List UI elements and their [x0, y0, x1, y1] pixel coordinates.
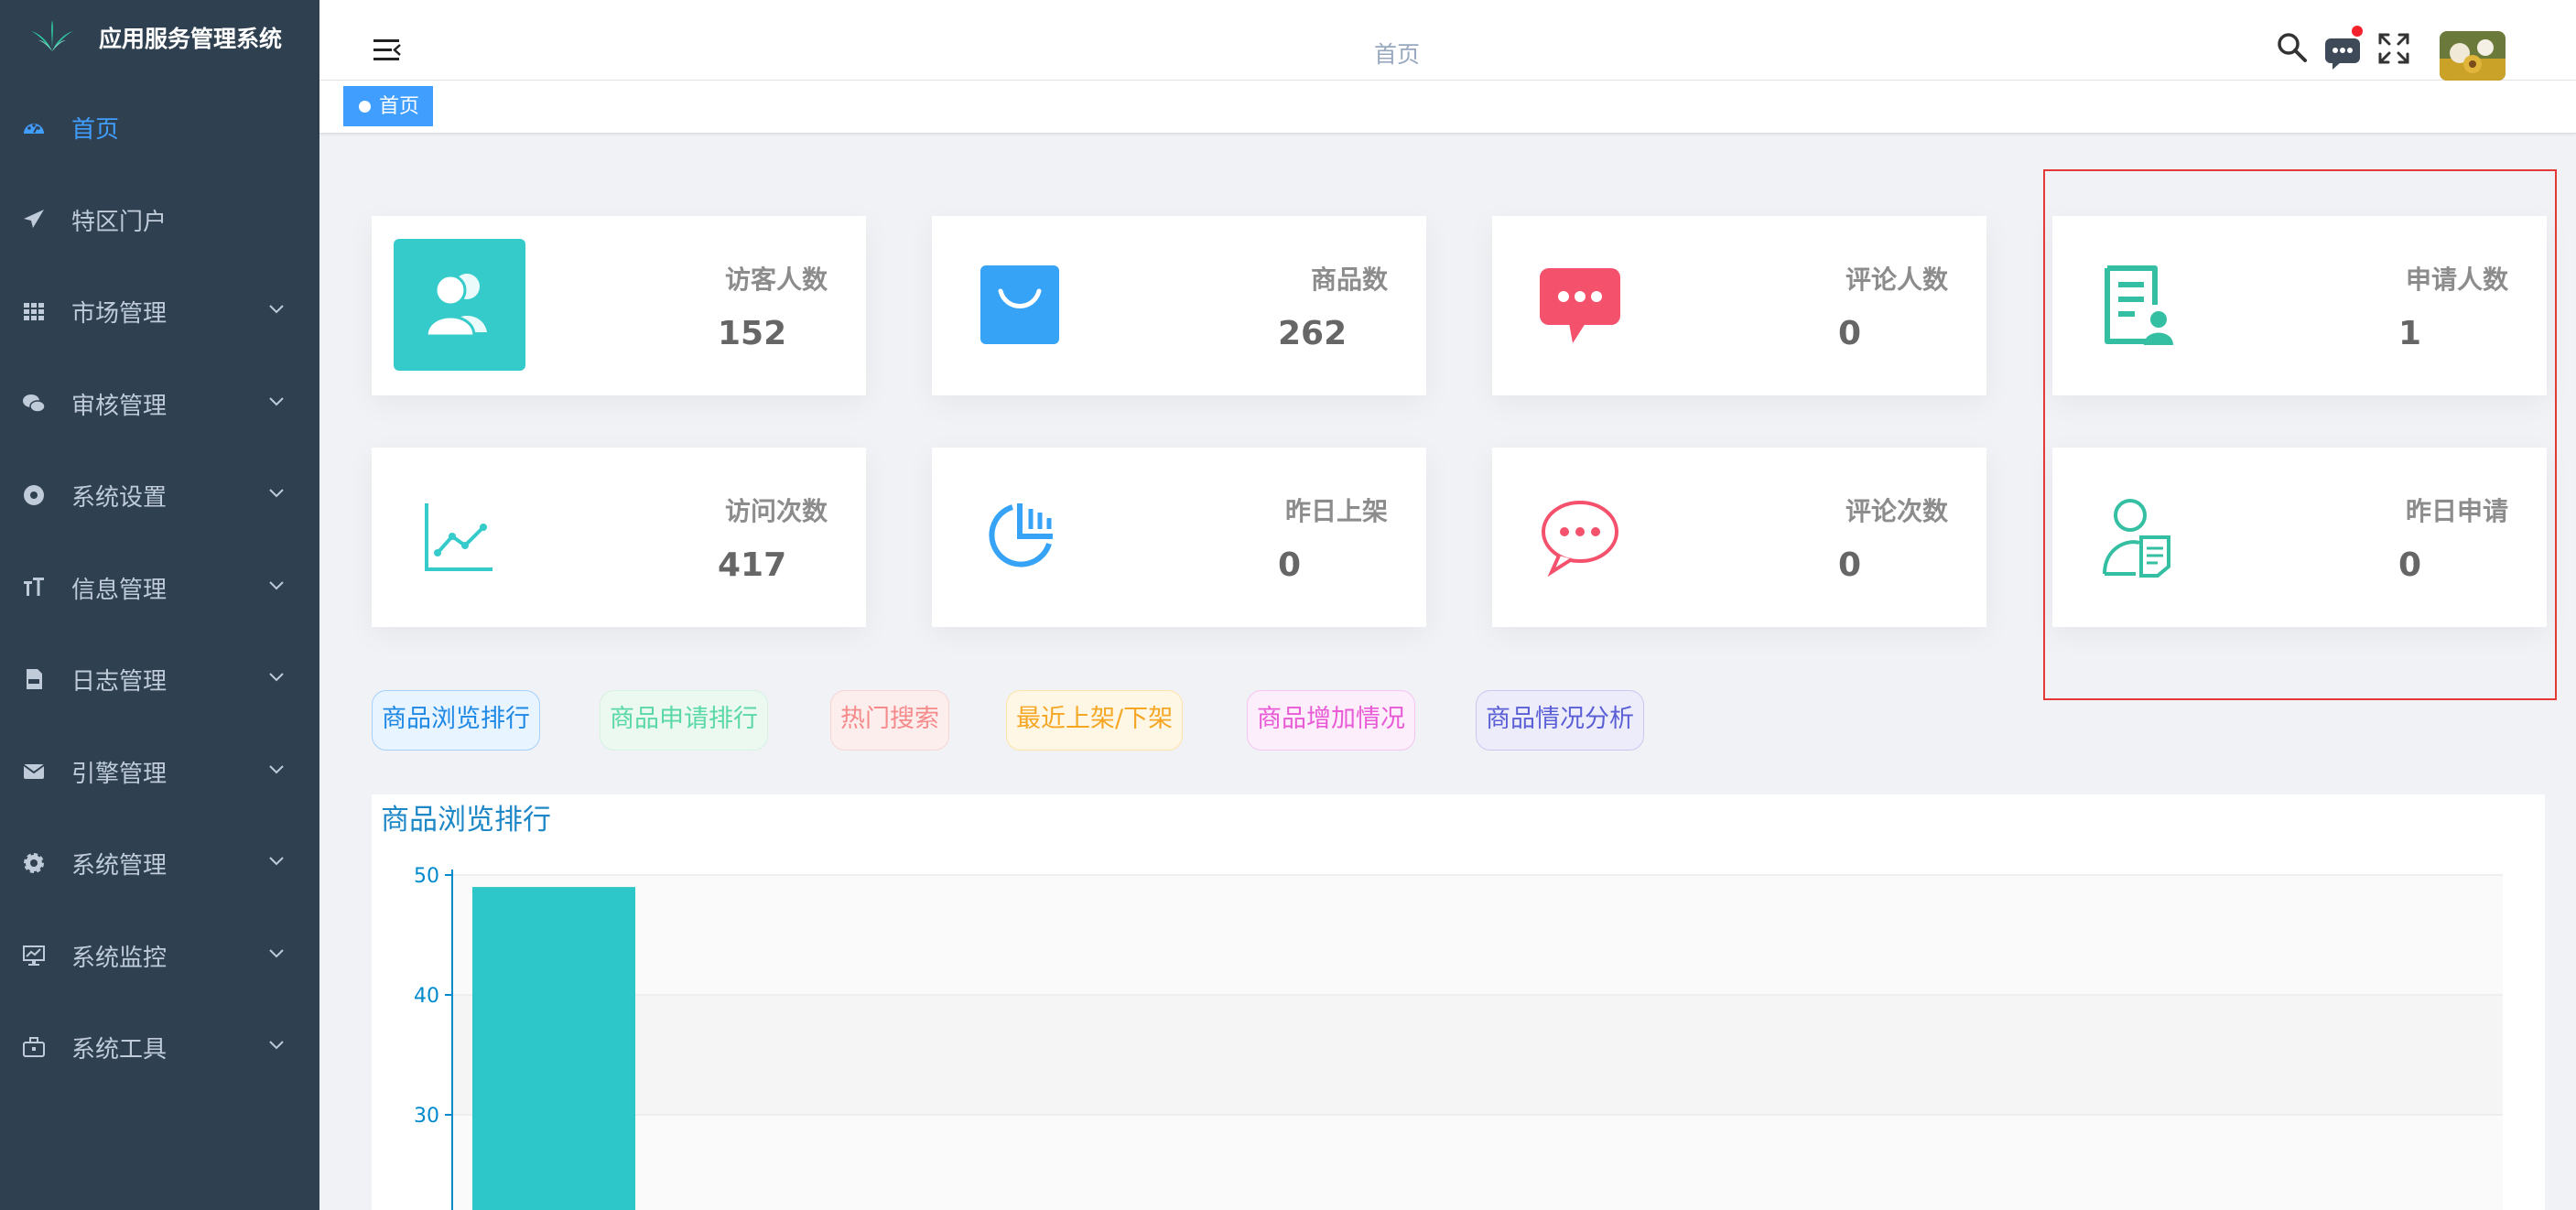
pdf-file-icon — [22, 667, 46, 691]
stat-value: 0 — [1838, 315, 1862, 352]
sidebar-item-label: 日志管理 — [71, 668, 168, 696]
chevron-down-icon — [267, 483, 286, 502]
wechat-icon — [22, 392, 46, 416]
y-tick-label: 30 — [414, 1105, 439, 1128]
chevron-down-icon — [267, 1035, 286, 1053]
sidebar-item-2[interactable]: 市场管理 — [0, 265, 319, 356]
top-navbar: 首页 — [319, 0, 2576, 81]
sidebar-item-label: 信息管理 — [71, 576, 168, 604]
sidebar-item-label: 系统监控 — [71, 944, 168, 972]
tab-0[interactable]: 商品浏览排行 — [372, 690, 540, 751]
sidebar-item-1[interactable]: 特区门户 — [0, 173, 319, 265]
stat-label: 商品数 — [1310, 265, 1388, 295]
stat-label: 昨日上架 — [1284, 496, 1388, 526]
y-tick-label: 50 — [414, 865, 439, 888]
envelope-icon — [22, 760, 46, 783]
dashboard-icon — [22, 115, 46, 139]
chevron-down-icon — [267, 299, 286, 318]
stat-label: 评论次数 — [1845, 496, 1948, 526]
y-tick-label: 40 — [414, 985, 439, 1008]
shopping-bag-icon — [954, 239, 1086, 371]
app-title: 应用服务管理系统 — [99, 26, 283, 52]
stat-value: 0 — [1838, 546, 1862, 584]
tag-home[interactable]: 首页 — [343, 86, 434, 126]
sidebar-item-label: 系统设置 — [71, 484, 168, 512]
sidebar-item-5[interactable]: 信息管理 — [0, 541, 319, 632]
app-logo-icon — [31, 20, 73, 51]
sidebar-item-label: 特区门户 — [71, 208, 168, 236]
chevron-down-icon — [267, 576, 286, 594]
sidebar-item-9[interactable]: 系统监控 — [0, 909, 319, 1000]
stat-value: 262 — [1278, 315, 1348, 352]
sidebar-item-label: 引擎管理 — [71, 760, 168, 788]
tag-active-dot — [359, 101, 371, 113]
sidebar-item-label: 市场管理 — [71, 300, 168, 328]
table-grid-icon — [22, 299, 46, 323]
stat-card[interactable]: 评论人数 0 — [1492, 216, 1986, 395]
grid-band — [452, 875, 2503, 995]
tab-1[interactable]: 商品申请排行 — [600, 690, 768, 751]
highlight-box — [2043, 169, 2557, 700]
sidebar-item-4[interactable]: 系统设置 — [0, 448, 319, 540]
gear-icon — [22, 851, 46, 875]
sidebar-item-0[interactable]: 首页 — [0, 81, 319, 172]
sidebar-logo[interactable]: 应用服务管理系统 — [0, 0, 319, 77]
tab-4[interactable]: 商品增加情况 — [1247, 690, 1415, 751]
sidebar-item-6[interactable]: 日志管理 — [0, 632, 319, 724]
sidebar-item-label: 系统管理 — [71, 852, 168, 880]
grid-band — [452, 1115, 2503, 1210]
sidebar-item-10[interactable]: 系统工具 — [0, 1000, 319, 1092]
compass-icon — [22, 483, 46, 507]
paper-plane-icon — [22, 208, 46, 232]
chevron-down-icon — [267, 944, 286, 962]
page-title: 首页 — [1373, 41, 1420, 68]
sidebar-item-label: 首页 — [71, 116, 120, 144]
avatar-image — [2440, 31, 2506, 81]
stat-value: 0 — [1278, 546, 1302, 584]
users-icon — [394, 239, 525, 371]
stat-card[interactable]: 昨日上架 0 — [932, 448, 1426, 627]
stat-card[interactable]: 访客人数 152 — [372, 216, 866, 395]
search-icon[interactable] — [2276, 31, 2309, 64]
chevron-down-icon — [267, 392, 286, 410]
notification-button[interactable] — [2323, 26, 2365, 71]
tags-view: 首页 — [319, 81, 2576, 134]
toolbox-icon — [22, 1035, 46, 1059]
stat-card[interactable]: 评论次数 0 — [1492, 448, 1986, 627]
pie-chart-icon — [954, 470, 1086, 602]
message-icon — [2325, 26, 2363, 70]
text-size-icon — [22, 576, 46, 600]
stat-label: 访客人数 — [724, 265, 828, 295]
stat-card[interactable]: 商品数 262 — [932, 216, 1426, 395]
chart-bar — [472, 887, 635, 1210]
stat-value: 417 — [718, 546, 787, 584]
sidebar-item-label: 审核管理 — [71, 392, 168, 420]
tab-5[interactable]: 商品情况分析 — [1476, 690, 1644, 751]
line-chart-icon — [394, 470, 525, 602]
sidebar: 应用服务管理系统 首页特区门户市场管理审核管理系统设置信息管理日志管理引擎管理系… — [0, 0, 319, 1210]
message-outline-icon — [1514, 470, 1646, 602]
tab-2[interactable]: 热门搜索 — [830, 690, 949, 751]
stat-value: 152 — [718, 315, 787, 352]
chevron-down-icon — [267, 667, 286, 686]
hamburger-icon[interactable] — [373, 38, 401, 62]
stat-label: 评论人数 — [1845, 265, 1948, 295]
sidebar-item-8[interactable]: 系统管理 — [0, 816, 319, 908]
tab-3[interactable]: 最近上架/下架 — [1006, 690, 1184, 751]
stat-card[interactable]: 访问次数 417 — [372, 448, 866, 627]
tag-label: 首页 — [379, 95, 420, 118]
grid-band — [452, 995, 2503, 1115]
user-avatar[interactable] — [2440, 31, 2506, 81]
sidebar-item-label: 系统工具 — [71, 1036, 168, 1064]
chevron-down-icon — [267, 851, 286, 870]
monitor-icon — [22, 944, 46, 967]
chart-panel: 商品浏览排行 30 40 50 — [372, 794, 2545, 1210]
sidebar-item-3[interactable]: 审核管理 — [0, 357, 319, 448]
stat-label: 访问次数 — [724, 496, 828, 526]
fullscreen-icon[interactable] — [2378, 33, 2409, 64]
chevron-down-icon — [267, 760, 286, 778]
bar-chart: 30 40 50 — [414, 865, 2503, 1210]
sidebar-item-7[interactable]: 引擎管理 — [0, 725, 319, 816]
chat-bubble-icon — [1514, 239, 1646, 371]
